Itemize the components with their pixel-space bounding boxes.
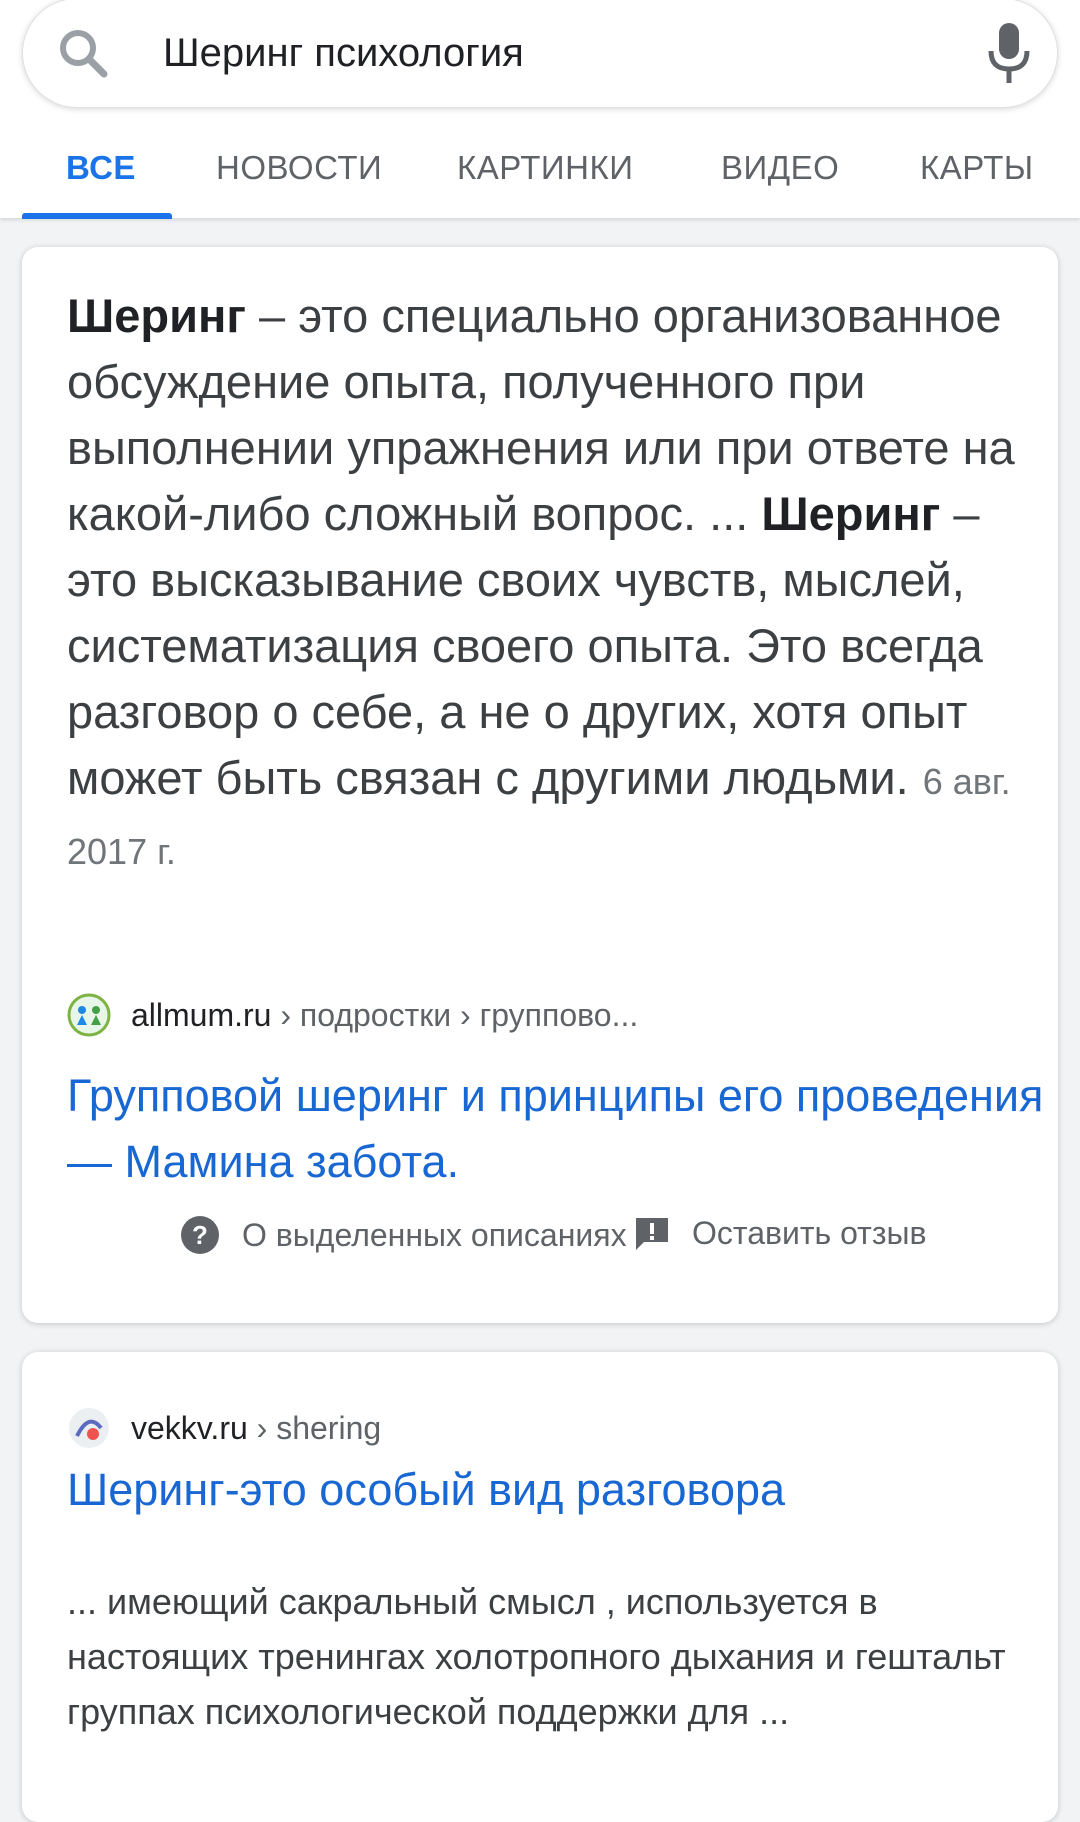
result-description: ... имеющий сакральный смысл , используе… bbox=[67, 1581, 1006, 1732]
source-domain: allmum.ru bbox=[131, 996, 272, 1033]
snippet-source[interactable]: allmum.ru › подростки › группово... bbox=[67, 993, 638, 1037]
featured-snippet-card: Шеринг – это специально организованное о… bbox=[22, 247, 1058, 1323]
feedback-link[interactable]: Оставить отзыв bbox=[634, 1215, 927, 1252]
allmum-favicon-icon bbox=[67, 993, 111, 1037]
feedback-icon bbox=[636, 1217, 668, 1250]
result-title[interactable]: Шеринг-это особый вид разговора bbox=[67, 1457, 1047, 1523]
tab-video[interactable]: ВИДЕО bbox=[721, 148, 839, 188]
snippet-result-title[interactable]: Групповой шеринг и принципы его проведен… bbox=[67, 1063, 1047, 1195]
about-featured-snippets-link[interactable]: ? О выделенных описаниях bbox=[180, 1215, 627, 1255]
active-tab-indicator bbox=[22, 213, 172, 219]
featured-snippet-text: Шеринг – это специально организованное о… bbox=[67, 283, 1047, 885]
tab-all[interactable]: ВСЕ bbox=[66, 148, 136, 188]
search-input[interactable]: Шеринг психология bbox=[163, 29, 524, 77]
feedback-label: Оставить отзыв bbox=[692, 1215, 927, 1251]
snippet-term: Шеринг bbox=[67, 289, 246, 342]
search-result-card: vekkv.ru › shering Шеринг-это особый вид… bbox=[22, 1352, 1058, 1822]
result-source[interactable]: vekkv.ru › shering bbox=[67, 1406, 381, 1450]
search-icon[interactable] bbox=[55, 25, 111, 81]
search-tabs: ВСЕ НОВОСТИ КАРТИНКИ ВИДЕО КАРТЫ bbox=[0, 140, 1080, 219]
help-icon: ? bbox=[181, 1216, 219, 1254]
source-breadcrumb: › shering bbox=[247, 1409, 382, 1446]
tab-maps[interactable]: КАРТЫ bbox=[920, 148, 1034, 188]
svg-text:?: ? bbox=[192, 1220, 208, 1250]
vekkv-favicon-icon bbox=[69, 1408, 109, 1448]
tab-news[interactable]: НОВОСТИ bbox=[216, 148, 382, 188]
snippet-term: Шеринг bbox=[761, 487, 941, 540]
tab-images[interactable]: КАРТИНКИ bbox=[457, 148, 633, 188]
about-label: О выделенных описаниях bbox=[242, 1216, 627, 1253]
search-box[interactable]: Шеринг психология bbox=[22, 0, 1058, 108]
snippet-footer: ? О выделенных описаниях Оставить отзыв bbox=[22, 1215, 1058, 1275]
mic-icon[interactable] bbox=[983, 21, 1035, 85]
source-breadcrumb: › подростки › группово... bbox=[271, 996, 639, 1033]
source-domain: vekkv.ru bbox=[131, 1409, 248, 1446]
top-bar: Шеринг психология ВСЕ НОВОСТИ КАРТИНКИ В… bbox=[0, 0, 1080, 219]
